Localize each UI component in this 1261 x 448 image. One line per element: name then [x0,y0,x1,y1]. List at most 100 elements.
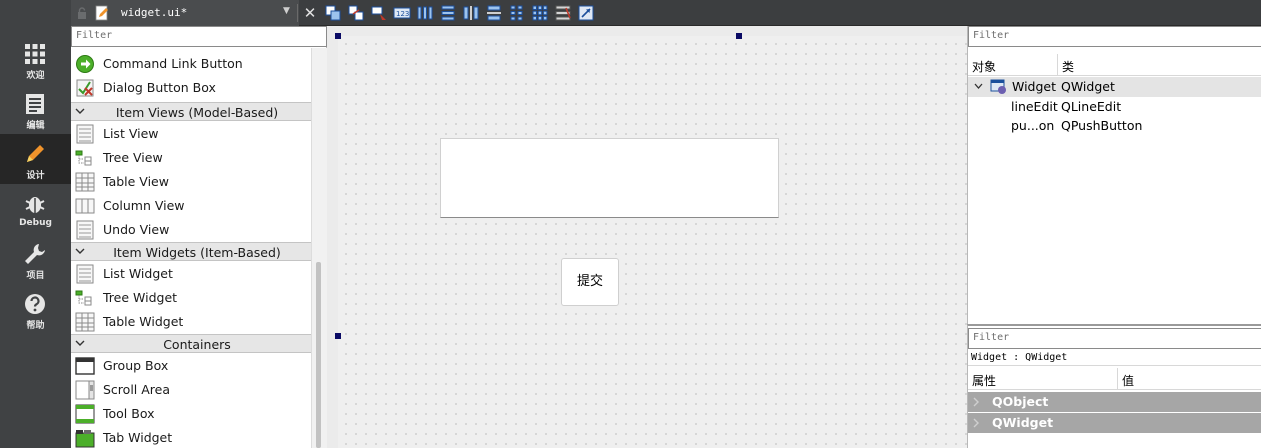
mode-design-label: 设计 [26,171,45,181]
widget-label: Tree View [103,150,163,165]
edit-signals-slots-icon[interactable] [347,4,365,22]
document-icon [26,94,44,114]
widget-table-widget[interactable]: Table Widget [71,310,311,334]
property-editor-object-title: Widget : QWidget [968,350,1261,366]
lock-icon[interactable] [77,7,87,19]
widget-tree-widget[interactable]: Tree Widget [71,286,311,310]
dialog-button-box-icon [76,79,94,97]
widget-scroll-area[interactable]: Scroll Area [71,378,311,402]
tab-widget-icon [75,430,95,448]
widget-undo-view[interactable]: Undo View [71,218,311,242]
widget-label: Column View [103,198,185,213]
object-inspector-filter-input[interactable]: Filter [968,26,1261,47]
layout-vertical-splitter-icon[interactable] [485,4,503,22]
chevron-down-icon[interactable] [974,83,983,90]
column-header-class[interactable]: 类 [1062,58,1074,75]
property-group-qobject[interactable]: QObject [968,392,1261,412]
widget-column-view[interactable]: Column View [71,194,311,218]
widget-label: Group Box [103,358,169,373]
widget-table-view[interactable]: Table View [71,170,311,194]
widget-label: Table Widget [103,314,184,329]
widget-group-box[interactable]: Group Box [71,354,311,378]
mode-debug-label: Debug [19,218,52,228]
chevron-right-icon [973,397,979,407]
widget-box-filter-input[interactable]: Filter [71,26,327,47]
column-view-icon [75,198,95,214]
widget-list-view[interactable]: List View [71,122,311,146]
mode-welcome[interactable]: 欢迎 [0,34,71,84]
edit-widgets-icon[interactable] [324,4,342,22]
push-button[interactable]: 提交 [561,258,619,306]
widget-dialog-button-box[interactable]: Dialog Button Box [71,76,311,100]
form-editor-area: 提交 [327,26,967,448]
edit-document-icon [95,5,108,21]
mode-help-label: 帮助 [26,321,45,331]
layout-horizontal-splitter-icon[interactable] [462,4,480,22]
line-edit[interactable] [440,138,779,218]
open-file-selector[interactable]: widget.ui* ▼ [71,0,299,26]
object-class: QWidget [1061,79,1115,94]
widget-box-list: Command Link Button Dialog Button Box It… [71,48,311,448]
close-document-button[interactable]: ✕ [301,4,319,22]
widget-icon [990,79,1006,94]
property-editor-filter-input[interactable]: Filter [968,328,1261,349]
chevron-down-icon[interactable]: ▼ [283,6,290,16]
column-divider[interactable] [1117,368,1118,390]
mode-welcome-label: 欢迎 [26,71,45,81]
category-item-views[interactable]: Item Views (Model-Based) [71,102,311,121]
widget-tree-view[interactable]: Tree View [71,146,311,170]
list-view-icon [76,124,94,144]
category-containers[interactable]: Containers [71,334,311,353]
property-group-qwidget[interactable]: QWidget [968,413,1261,433]
property-group-label: QObject [992,394,1049,409]
category-item-widgets[interactable]: Item Widgets (Item-Based) [71,242,311,261]
layout-form-icon[interactable] [508,4,526,22]
category-label: Item Widgets (Item-Based) [113,245,281,260]
widget-list-widget[interactable]: List Widget [71,262,311,286]
column-header-property[interactable]: 属性 [972,372,996,389]
wrench-icon [25,244,45,264]
widget-command-link-button[interactable]: Command Link Button [71,52,311,76]
property-editor-header: 属性 值 [968,368,1261,390]
column-header-value[interactable]: 值 [1122,372,1134,389]
edit-tab-order-icon[interactable]: 123 [393,4,411,22]
editor-toolbar: widget.ui* ▼ ✕ 123 [71,0,1261,26]
adjust-size-icon[interactable] [577,4,595,22]
layout-vertical-icon[interactable] [439,4,457,22]
object-row-widget[interactable]: Widget QWidget [968,77,1261,97]
layout-grid-icon[interactable] [531,4,549,22]
widget-box-panel: Filter Command Link Button Dialog Button… [71,26,327,448]
resize-handle-top[interactable] [736,33,742,39]
file-name: widget.ui* [121,6,188,19]
resize-handle-left[interactable] [335,333,341,339]
object-row-pushbutton[interactable]: pu...on QPushButton [968,116,1261,136]
category-label: Containers [163,337,231,352]
resize-handle-top-left[interactable] [335,33,341,39]
mode-bar: 欢迎 编辑 设计 Debug 项目 帮助 [0,0,71,448]
widget-tab-widget[interactable]: Tab Widget [71,426,311,448]
edit-buddies-icon[interactable] [370,4,388,22]
layout-horizontal-icon[interactable] [416,4,434,22]
object-row-lineedit[interactable]: lineEdit QLineEdit [968,97,1261,117]
mode-projects[interactable]: 项目 [0,234,71,284]
mode-debug[interactable]: Debug [0,184,71,234]
widget-tool-box[interactable]: Tool Box [71,402,311,426]
scroll-area-icon [75,380,95,400]
mode-help[interactable]: 帮助 [0,284,71,334]
object-inspector-panel: Filter 对象 类 Widget QWidget lineEdit QLin… [967,26,1261,324]
column-header-object[interactable]: 对象 [972,58,996,75]
grid-icon [25,44,45,64]
widget-box-scrollbar-thumb[interactable] [316,262,321,448]
widget-label: Scroll Area [103,382,171,397]
break-layout-icon[interactable] [554,4,572,22]
category-label: Item Views (Model-Based) [115,105,279,120]
form-widget[interactable]: 提交 [338,36,967,448]
mode-design[interactable]: 设计 [0,134,71,184]
undo-view-icon [76,220,94,240]
tree-widget-icon [75,290,92,306]
tool-box-icon [75,404,95,424]
column-divider[interactable] [1057,54,1058,76]
mode-edit[interactable]: 编辑 [0,84,71,134]
mode-projects-label: 项目 [26,271,45,281]
widget-label: Tool Box [103,406,155,421]
